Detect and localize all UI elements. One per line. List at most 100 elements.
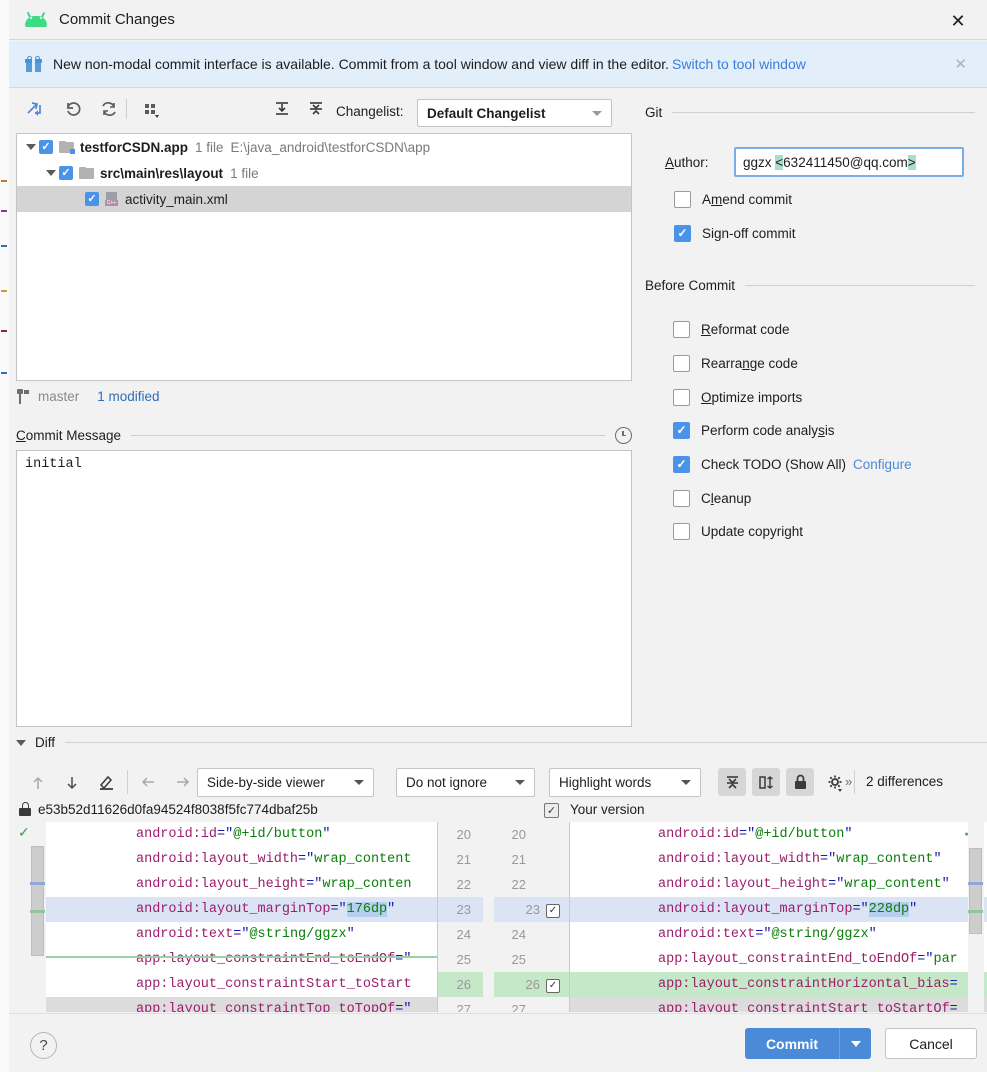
group-by-icon[interactable]	[139, 97, 163, 121]
chevron-down-icon	[354, 780, 364, 785]
diff-left-gutter: ✓	[16, 822, 30, 1012]
line-number: 26	[437, 972, 483, 997]
edit-source-icon[interactable]	[94, 769, 118, 796]
tree-node-name: testforCSDN.app	[80, 139, 189, 155]
amend-commit-row[interactable]: Amend commit	[674, 188, 987, 210]
next-change-icon[interactable]	[170, 769, 194, 796]
line-number-row: 23 ✓	[494, 897, 570, 922]
line-number: 24	[511, 927, 526, 942]
gift-icon	[25, 56, 42, 72]
chevron-down-icon[interactable]	[16, 739, 26, 746]
optimize-imports-checkbox[interactable]	[673, 388, 690, 406]
reformat-code-row[interactable]: Reformat code	[673, 318, 987, 340]
scrollbar-thumb[interactable]	[31, 846, 44, 956]
previous-difference-icon[interactable]	[26, 769, 50, 796]
diff-section-header[interactable]: Diff	[16, 735, 987, 750]
viewer-mode-dropdown[interactable]: Side-by-side viewer	[197, 768, 374, 797]
next-difference-icon[interactable]	[60, 769, 84, 796]
amend-commit-label: Amend commit	[702, 191, 793, 207]
chevron-double-right-icon[interactable]: »	[845, 774, 852, 789]
rearrange-code-label: Rearrange code	[701, 355, 798, 371]
include-into-commit-icon[interactable]	[23, 97, 47, 121]
configure-todo-link[interactable]: Configure	[853, 457, 912, 472]
diff-left-minimap[interactable]	[30, 822, 46, 1012]
collapse-unchanged-icon[interactable]	[718, 768, 746, 796]
android-icon	[25, 11, 47, 27]
optimize-imports-row[interactable]: Optimize imports	[673, 386, 987, 408]
expand-toggle-icon[interactable]	[43, 170, 59, 176]
perform-code-analysis-label: Perform code analysis	[701, 422, 835, 438]
clock-icon[interactable]	[615, 426, 632, 444]
modified-count[interactable]: 1 modified	[97, 389, 159, 404]
perform-code-analysis-checkbox[interactable]	[673, 421, 690, 439]
author-open-bracket: <	[775, 154, 784, 170]
align-changes-icon[interactable]	[752, 768, 780, 796]
expand-all-icon[interactable]	[270, 97, 294, 121]
signoff-commit-row[interactable]: Sign-off commit	[674, 222, 987, 244]
signoff-commit-checkbox[interactable]	[674, 224, 691, 242]
branch-icon	[16, 388, 30, 404]
differences-count: 2 differences	[866, 774, 944, 789]
code-line-added: app:layout_constraintHorizontal_bias=	[570, 972, 987, 997]
table-row[interactable]: C++ activity_main.xml	[17, 186, 631, 212]
author-field[interactable]: ggzx <632411450@qq.com>	[734, 147, 964, 177]
changed-value: 176dp	[346, 902, 388, 917]
accept-change-checkbox[interactable]: ✓	[546, 978, 560, 993]
your-version-checkbox[interactable]: ✓	[544, 803, 559, 818]
perform-code-analysis-row[interactable]: Perform code analysis	[673, 419, 987, 441]
accept-all-left-icon[interactable]: ✓	[18, 824, 30, 841]
line-number: 23	[525, 902, 540, 917]
check-todo-row[interactable]: Check TODO (Show All) Configure	[673, 453, 987, 475]
expand-toggle-icon[interactable]	[23, 144, 39, 150]
commit-dropdown-button[interactable]	[839, 1028, 871, 1059]
revert-icon[interactable]	[61, 97, 85, 121]
file-checkbox[interactable]	[59, 166, 73, 180]
amend-commit-checkbox[interactable]	[674, 190, 691, 208]
diff-right-linenumbers: 20 21 22 23 ✓ 24 25 26 ✓ 27	[494, 822, 570, 1012]
commit-message-input[interactable]: initial	[16, 450, 632, 727]
help-icon[interactable]: ?	[30, 1032, 57, 1059]
commit-button[interactable]: Commit	[745, 1028, 839, 1059]
table-row[interactable]: src\main\res\layout 1 file	[17, 160, 631, 186]
refresh-icon[interactable]	[97, 97, 121, 121]
diff-viewer[interactable]: ✓ android:id="@+id/button" android:layou…	[16, 822, 987, 1012]
update-copyright-checkbox[interactable]	[673, 522, 690, 540]
collapse-all-icon[interactable]	[304, 97, 328, 121]
before-commit-title: Before Commit	[645, 278, 736, 293]
update-copyright-row[interactable]: Update copyright	[673, 520, 987, 542]
table-row[interactable]: testforCSDN.app 1 file E:\java_android\t…	[17, 134, 631, 160]
check-todo-checkbox[interactable]	[673, 455, 690, 473]
lock-icon[interactable]	[786, 768, 814, 796]
file-checkbox[interactable]	[39, 140, 53, 154]
banner-message-text: New non-modal commit interface is availa…	[53, 56, 670, 72]
rearrange-code-checkbox[interactable]	[673, 354, 690, 372]
diff-left-pane[interactable]: android:id="@+id/button" android:layout_…	[46, 822, 437, 1012]
code-line-changed: android:layout_marginTop="176dp"	[46, 897, 437, 922]
accept-change-checkbox[interactable]: ✓	[546, 903, 560, 918]
right-version-label: Your version	[570, 802, 645, 817]
update-copyright-label: Update copyright	[701, 523, 804, 539]
cleanup-row[interactable]: Cleanup	[673, 487, 987, 509]
line-number: 23	[437, 897, 483, 922]
highlight-mode-dropdown[interactable]: Highlight words	[549, 768, 701, 797]
author-close-bracket: >	[907, 154, 916, 170]
switch-to-tool-window-link[interactable]: Switch to tool window	[672, 56, 806, 72]
ignore-mode-dropdown[interactable]: Do not ignore	[396, 768, 535, 797]
previous-change-icon[interactable]	[136, 769, 160, 796]
close-icon[interactable]: ✕	[947, 10, 969, 32]
diff-right-minimap[interactable]	[968, 822, 984, 1012]
changed-value: 228dp	[868, 902, 910, 917]
file-checkbox[interactable]	[85, 192, 99, 206]
diff-right-pane[interactable]: android:id="@+id/button" android:layout_…	[570, 822, 987, 1012]
changed-files-tree[interactable]: testforCSDN.app 1 file E:\java_android\t…	[16, 133, 632, 381]
scrollbar-thumb[interactable]	[969, 848, 982, 934]
cleanup-checkbox[interactable]	[673, 489, 690, 507]
cancel-button[interactable]: Cancel	[885, 1028, 977, 1059]
author-value: ggzx <632411450@qq.com>	[743, 154, 916, 170]
ignore-mode-value: Do not ignore	[406, 775, 488, 790]
rearrange-code-row[interactable]: Rearrange code	[673, 352, 987, 374]
banner-close-icon[interactable]: ✕	[954, 57, 967, 72]
module-folder-icon	[59, 141, 75, 154]
changelist-dropdown[interactable]: Default Changelist	[417, 99, 612, 127]
reformat-code-checkbox[interactable]	[673, 320, 690, 338]
